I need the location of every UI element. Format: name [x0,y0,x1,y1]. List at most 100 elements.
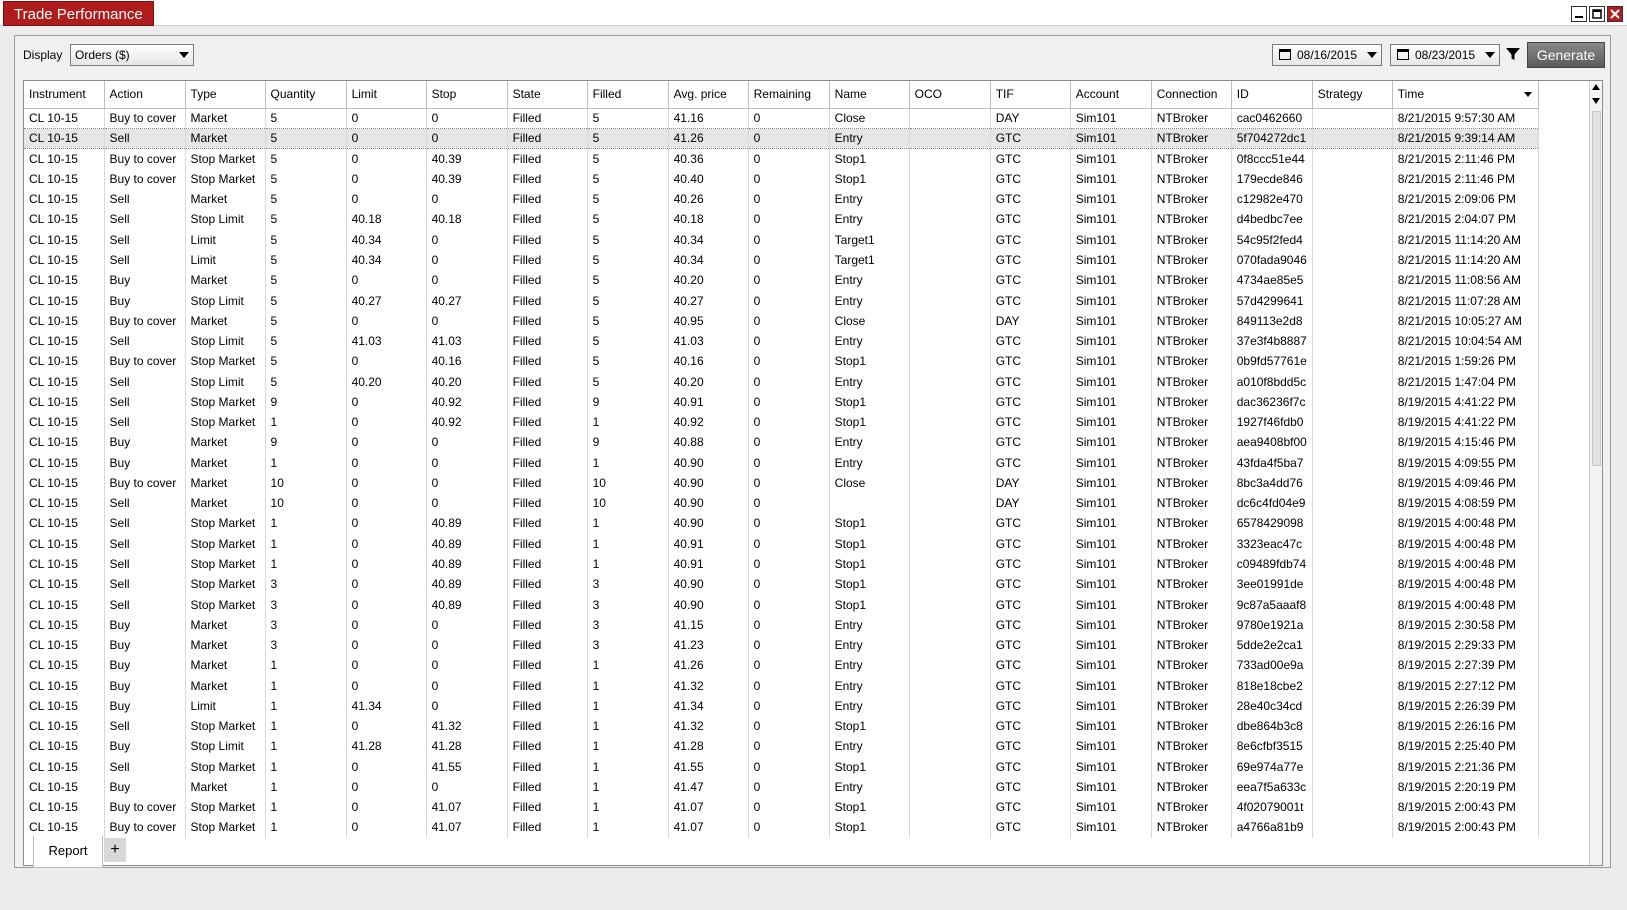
table-row[interactable]: CL 10-15 Sell Stop Limit 5 41.03 41.03 Filled 5… [24,330,1540,352]
table-row[interactable]: CL 10-15 Sell Stop Market 9 0 40.92 Filled 9 40.… [24,391,1540,412]
table-row[interactable]: CL 10-15 Buy Market 1 0 0 Filled 1 41.32 0 Entry GT… [24,675,1540,696]
cell-name: Close [829,108,910,129]
cell-tif: GTC [990,513,1071,534]
table-row[interactable]: CL 10-15 Sell Market 5 0 0 Filled 5 40.26 0 Entry G… [24,189,1540,210]
table-row[interactable]: CL 10-15 Sell Stop Market 1 0 40.89 Filled 1 40.… [24,533,1540,554]
display-select[interactable]: Orders ($) [70,44,194,66]
table-row[interactable]: CL 10-15 Buy to cover Market 5 0 0 Filled 5 40.9… [24,310,1540,331]
cell-quantity: 5 [265,148,347,169]
table-row[interactable]: CL 10-15 Buy to cover Stop Market 5 0 40.39 Fi… [24,148,1540,169]
cell-filled: 1 [587,411,669,433]
cell-limit: 0 [346,675,427,696]
cell-quantity: 5 [265,310,347,331]
table-row[interactable]: CL 10-15 Buy Market 3 0 0 Filled 3 41.15 0 Entry GT… [24,614,1540,635]
table-row[interactable]: CL 10-15 Sell Stop Market 1 0 41.32 Filled 1 41.… [24,715,1540,737]
column-header-action[interactable]: Action [104,81,186,109]
table-row[interactable]: CL 10-15 Sell Stop Market 1 0 41.55 Filled 1 41.… [24,756,1540,777]
cell-avg-price: 41.32 [668,715,749,737]
scroll-down-icon[interactable] [1592,98,1600,104]
table-row[interactable]: CL 10-15 Buy Stop Limit 5 40.27 40.27 Filled 5 4… [24,290,1540,311]
cell-action: Sell [104,209,186,230]
cell-oco [909,249,991,271]
cell-limit: 0 [346,391,427,412]
table-row[interactable]: CL 10-15 Sell Market 10 0 0 Filled 10 40.90 0 DAY S… [24,493,1540,514]
column-header-state[interactable]: State [507,81,588,109]
column-header-connection[interactable]: Connection [1151,81,1232,109]
cell-name: Entry [829,330,910,352]
column-header-tif[interactable]: TIF [990,81,1071,109]
table-row[interactable]: CL 10-15 Buy Market 3 0 0 Filled 3 41.23 0 Entry GT… [24,634,1540,656]
table-row[interactable]: CL 10-15 Buy Market 9 0 0 Filled 9 40.88 0 Entry GT… [24,432,1540,453]
column-header-type[interactable]: Type [185,81,266,109]
table-row[interactable]: CL 10-15 Buy Market 1 0 0 Filled 1 40.90 0 Entry GT… [24,452,1540,473]
cell-id: cac0462660 [1231,108,1313,129]
cell-connection: NTBroker [1151,634,1232,656]
maximize-icon[interactable] [1589,6,1605,22]
table-row[interactable]: CL 10-15 Buy to cover Stop Market 1 0 41.07 Fi… [24,797,1540,818]
cell-oco [909,776,991,798]
cell-oco [909,229,991,250]
cell-quantity: 1 [265,513,347,534]
tab-report[interactable]: Report [33,836,103,868]
table-row[interactable]: CL 10-15 Sell Market 5 0 0 Filled 5 41.26 0 Entry G… [24,127,1540,150]
generate-button[interactable]: Generate [1527,42,1605,68]
scroll-up-icon[interactable] [1592,84,1600,90]
table-row[interactable]: CL 10-15 Sell Stop Market 3 0 40.89 Filled 3 40.… [24,594,1540,615]
table-row[interactable]: CL 10-15 Buy to cover Stop Market 5 0 40.16 Fi… [24,351,1540,372]
column-header-account[interactable]: Account [1070,81,1152,109]
filter-icon[interactable] [1505,46,1521,62]
column-header-filled[interactable]: Filled [587,81,669,109]
table-row[interactable]: CL 10-15 Sell Stop Market 1 0 40.89 Filled 1 40.… [24,513,1540,534]
cell-action: Sell [104,574,186,595]
column-header-strategy[interactable]: Strategy [1312,81,1393,109]
cell-account: Sim101 [1070,391,1152,412]
table-row[interactable]: CL 10-15 Sell Stop Limit 5 40.20 40.20 Filled 5… [24,371,1540,392]
table-row[interactable]: CL 10-15 Sell Stop Market 1 0 40.89 Filled 1 40.… [24,553,1540,575]
cell-connection: NTBroker [1151,229,1232,250]
table-row[interactable]: CL 10-15 Sell Limit 5 40.34 0 Filled 5 40.34 0 Tar… [24,249,1540,271]
table-row[interactable]: CL 10-15 Sell Stop Limit 5 40.18 40.18 Filled 5… [24,209,1540,230]
column-header-stop[interactable]: Stop [426,81,508,109]
table-row[interactable]: CL 10-15 Sell Stop Market 3 0 40.89 Filled 3 40.… [24,574,1540,595]
table-row[interactable]: CL 10-15 Buy to cover Stop Market 5 0 40.39 Fi… [24,168,1540,190]
column-header-oco[interactable]: OCO [909,81,991,109]
column-header-time[interactable]: Time [1392,81,1540,109]
column-header-id[interactable]: ID [1231,81,1313,109]
add-tab-button[interactable]: + [104,838,126,862]
column-header-quantity[interactable]: Quantity [265,81,347,109]
table-row[interactable]: CL 10-15 Buy Stop Limit 1 41.28 41.28 Filled 1 4… [24,736,1540,757]
table-row[interactable]: CL 10-15 Buy Market 1 0 0 Filled 1 41.47 0 Entry GT… [24,776,1540,798]
cell-avg-price: 40.18 [668,209,749,230]
cell-filled: 1 [587,553,669,575]
start-date-picker[interactable]: 08/16/2015 [1272,44,1382,66]
table-row[interactable]: CL 10-15 Buy to cover Market 5 0 0 Filled 5 41.1… [24,108,1540,129]
cell-state: Filled [507,108,588,129]
cell-stop: 41.55 [426,756,508,777]
table-row[interactable]: CL 10-15 Buy to cover Market 10 0 0 Filled 10 40… [24,472,1540,494]
vertical-scrollbar[interactable] [1589,81,1602,865]
table-row[interactable]: CL 10-15 Buy Limit 1 41.34 0 Filled 1 41.34 0 Entr… [24,695,1540,716]
minimize-icon[interactable] [1571,6,1587,22]
table-row[interactable]: CL 10-15 Sell Limit 5 40.34 0 Filled 5 40.34 0 Tar… [24,229,1540,250]
scrollbar-thumb[interactable] [1592,111,1601,466]
cell-limit: 40.18 [346,209,427,230]
table-row[interactable]: CL 10-15 Buy to cover Stop Market 1 0 41.07 Fi… [24,817,1540,838]
orders-grid[interactable]: Instrument Action Type Quantity Limit Stop Sta… [23,80,1603,866]
table-row[interactable]: CL 10-15 Sell Stop Market 1 0 40.92 Filled 1 40.… [24,411,1540,433]
cell-time: 8/19/2015 2:26:39 PM [1392,695,1540,716]
cell-time: 8/19/2015 4:09:55 PM [1392,452,1540,473]
window-title: Trade Performance [3,1,154,26]
end-date-picker[interactable]: 08/23/2015 [1390,44,1500,66]
table-row[interactable]: CL 10-15 Buy Market 5 0 0 Filled 5 40.20 0 Entry GT… [24,270,1540,291]
table-row[interactable]: CL 10-15 Buy Market 1 0 0 Filled 1 41.26 0 Entry GT… [24,655,1540,676]
column-header-instrument[interactable]: Instrument [24,81,105,109]
cell-strategy [1312,533,1393,554]
close-icon[interactable] [1607,6,1623,22]
column-header-remaining[interactable]: Remaining [748,81,830,109]
cell-avg-price: 40.26 [668,189,749,210]
cell-tif: GTC [990,432,1071,453]
cell-limit: 0 [346,756,427,777]
column-header-name[interactable]: Name [829,81,910,109]
column-header-avg-price[interactable]: Avg. price [668,81,749,109]
column-header-limit[interactable]: Limit [346,81,427,109]
